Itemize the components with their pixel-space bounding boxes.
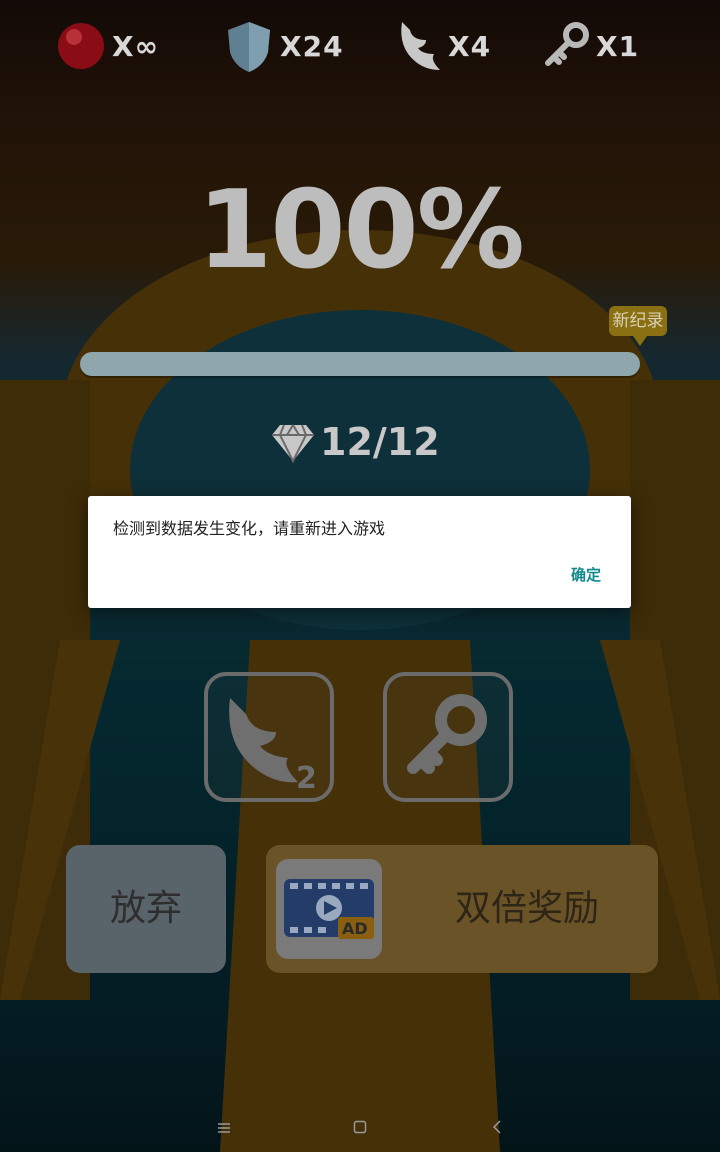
video-ad-icon: AD (276, 859, 382, 959)
ad-badge: AD (342, 919, 368, 938)
double-reward-label: 双倍奖励 (454, 888, 599, 929)
confirm-button[interactable]: 确定 (561, 560, 611, 589)
diamond-icon (272, 424, 314, 464)
key-icon (545, 22, 589, 66)
shields-counter: X24 (224, 14, 344, 78)
shields-count: X24 (280, 29, 344, 63)
lives-count: X∞ (112, 29, 159, 63)
back-icon[interactable] (477, 1114, 517, 1142)
progress-bar (80, 352, 640, 376)
home-icon[interactable] (340, 1114, 380, 1142)
wing-icon (401, 22, 440, 70)
keys-count: X1 (596, 29, 640, 63)
double-reward-button[interactable]: AD 双倍奖励 (266, 845, 658, 973)
system-navbar (0, 1104, 720, 1152)
menu-icon[interactable] (204, 1114, 244, 1142)
key-icon (407, 694, 487, 774)
give-up-button[interactable]: 放弃 (66, 845, 226, 973)
key-powerup-button[interactable] (383, 672, 513, 802)
gem-count: 12/12 (320, 420, 440, 464)
lives-counter: X∞ (56, 14, 159, 78)
red-ball-icon (58, 23, 104, 69)
alert-dialog: 检测到数据发生变化，请重新进入游戏 确定 (88, 496, 631, 608)
wings-count: X4 (448, 29, 492, 63)
progress-percent: 100% (197, 168, 525, 293)
keys-counter: X1 (544, 14, 639, 78)
wing-icon: 2 (229, 698, 317, 796)
new-record-badge: 新纪录 (609, 306, 667, 346)
wing-powerup-button[interactable]: 2 (204, 672, 334, 802)
dialog-message: 检测到数据发生变化，请重新进入游戏 (113, 519, 386, 538)
gem-counter: 12/12 (270, 414, 440, 470)
wings-counter: X4 (396, 14, 491, 78)
wing-powerup-subscript: 2 (296, 761, 317, 796)
shield-icon (228, 22, 270, 72)
